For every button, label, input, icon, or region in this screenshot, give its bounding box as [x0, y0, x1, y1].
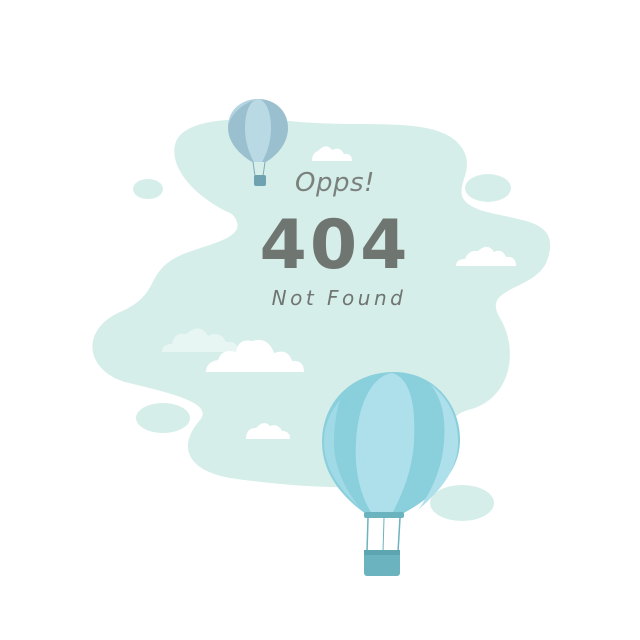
not-found-illustration: Opps! 404 Not Found: [0, 0, 640, 640]
error-message-text: Not Found: [271, 286, 407, 310]
error-exclamation: Opps!: [295, 168, 375, 198]
error-code: 404: [259, 206, 411, 285]
error-message: Opps! 404 Not Found: [0, 0, 640, 640]
